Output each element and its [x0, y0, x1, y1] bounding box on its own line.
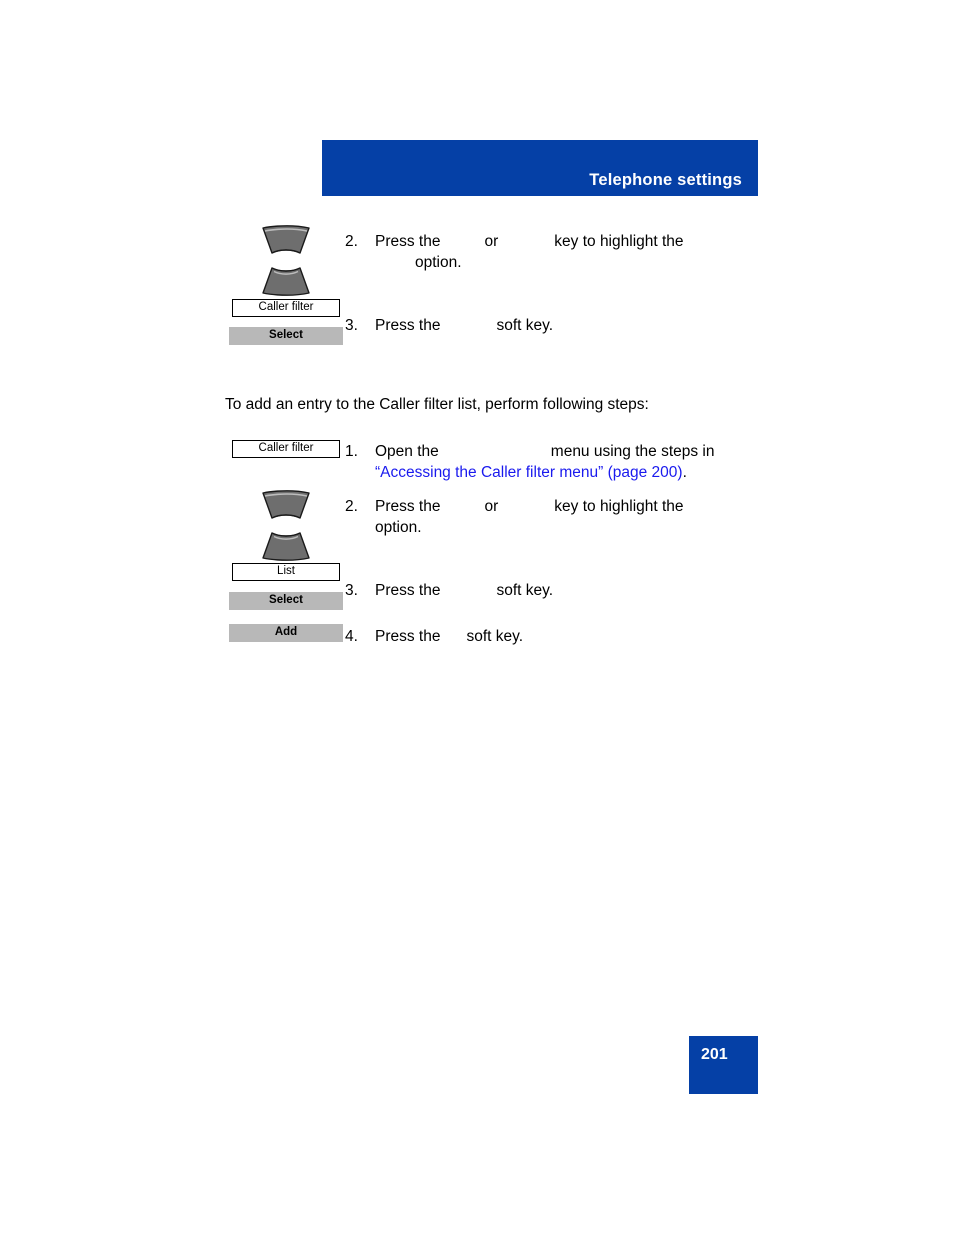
step-number: 3. [345, 317, 358, 334]
step-text: Open the menu using the steps in [375, 441, 715, 462]
step-text-part: soft key. [466, 628, 524, 645]
display-label-caller-filter: Caller filter [232, 440, 340, 458]
display-label-list: List [232, 563, 340, 581]
page-number-block: 201 [689, 1036, 758, 1094]
step-text-part: soft key. [496, 317, 554, 334]
step-text-line2: “Accessing the Caller filter menu” (page… [375, 462, 687, 483]
step-text-part: or [484, 498, 499, 515]
step-text: Press the or key to highlight the [375, 496, 684, 517]
step-text-part: . [682, 464, 687, 481]
step-text-line2: option. [415, 254, 462, 271]
soft-key-select[interactable]: Select [229, 592, 343, 610]
step-text-part: key to highlight the [554, 498, 684, 515]
step-text-part: soft key. [496, 582, 554, 599]
navigation-up-key-icon [259, 489, 313, 528]
step-text-part: Press the [375, 233, 441, 250]
step-number: 1. [345, 443, 358, 460]
step-number: 3. [345, 582, 358, 599]
page-header-title: Telephone settings [589, 171, 742, 189]
display-label-text: Caller filter [258, 301, 314, 314]
soft-key-label: Select [269, 329, 303, 342]
display-label-text: List [277, 565, 295, 578]
step-text-part: Press the [375, 317, 441, 334]
page-header-band: Telephone settings [322, 140, 758, 196]
step-number: 2. [345, 498, 358, 515]
navigation-up-key-icon [259, 224, 313, 263]
step-text-part: or [484, 233, 499, 250]
step-text-line2: option. [375, 519, 422, 536]
cross-reference-link[interactable]: “Accessing the Caller filter menu” (page… [375, 464, 683, 481]
step-text-part: Press the [375, 498, 441, 515]
display-label-caller-filter: Caller filter [232, 299, 340, 317]
navigation-down-key-icon [259, 264, 313, 303]
step-text-part: Open the [375, 443, 439, 460]
step-number: 4. [345, 628, 358, 645]
soft-key-add[interactable]: Add [229, 624, 343, 642]
intro-paragraph: To add an entry to the Caller filter lis… [225, 396, 649, 413]
soft-key-label: Add [274, 626, 298, 639]
step-text: Press the soft key. [375, 626, 523, 647]
soft-key-label: Select [269, 594, 303, 607]
page-number: 201 [701, 1046, 728, 1063]
step-text-part: key to highlight the [554, 233, 684, 250]
step-text: Press the or key to highlight the [375, 231, 684, 252]
step-number: 2. [345, 233, 358, 250]
step-text: Press the soft key. [375, 315, 553, 336]
display-label-text: Caller filter [258, 442, 314, 455]
step-text-part: menu using the steps in [550, 443, 715, 460]
step-text-part: Press the [375, 628, 441, 645]
step-text: Press the soft key. [375, 580, 553, 601]
step-text-part: Press the [375, 582, 441, 599]
soft-key-select[interactable]: Select [229, 327, 343, 345]
